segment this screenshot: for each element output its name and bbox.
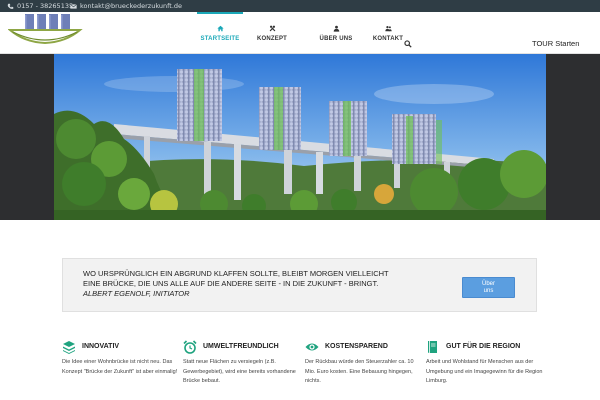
people-icon xyxy=(384,25,392,31)
feature-title: KOSTENSPAREND xyxy=(325,343,388,350)
feature-text: Die Idee einer Wohnbrücke ist nicht neu.… xyxy=(62,359,178,375)
contact-bar: 0157 - 38265135 kontakt@brueckederzukunf… xyxy=(0,0,600,12)
nav-label: ÜBER UNS xyxy=(319,35,353,42)
button-label-line-2: uns xyxy=(483,288,494,294)
user-icon xyxy=(333,25,339,32)
phone-icon xyxy=(7,3,14,9)
feature-text: Der Rückbau würde den Steuerzahler ca. 1… xyxy=(305,359,414,384)
quote-body: Wo ursprünglich ein Abgrund klaffen soll… xyxy=(83,269,389,288)
site-logo[interactable] xyxy=(8,12,83,48)
button-label-line-1: Über xyxy=(481,281,495,287)
nav-label: KONTAKT xyxy=(372,35,404,42)
feature-title: INNOVATIV xyxy=(82,343,120,350)
page: 0157 - 38265135 kontakt@brueckederzukunf… xyxy=(0,0,600,400)
nav-label: STARTSEITE xyxy=(200,35,240,42)
site-header: STARTSEITE KONZEPT ÜBER UNS KONTAKT TOUR… xyxy=(0,12,600,54)
alarm-clock-icon xyxy=(183,340,197,354)
main-nav: STARTSEITE KONZEPT ÜBER UNS KONTAKT xyxy=(197,12,411,54)
phone-contact[interactable]: 0157 - 38265135 xyxy=(7,1,73,11)
quote-box: Wo ursprünglich ein Abgrund klaffen soll… xyxy=(62,258,537,312)
feature-text: Statt neue Flächen zu versiegeln (z.B. G… xyxy=(183,359,296,384)
quote-author: Albert Egenolf, Initiator xyxy=(83,289,190,298)
email-contact[interactable]: kontakt@brueckederzukunft.de xyxy=(70,1,182,11)
nav-item-konzept[interactable]: KONZEPT xyxy=(246,12,298,54)
email-address: kontakt@brueckederzukunft.de xyxy=(80,2,183,10)
nav-label: KONZEPT xyxy=(256,35,288,42)
eye-icon xyxy=(305,343,319,351)
mail-icon xyxy=(70,3,77,9)
book-icon xyxy=(428,341,437,353)
search-icon[interactable] xyxy=(404,40,412,48)
quote-text: Wo ursprünglich ein Abgrund klaffen soll… xyxy=(83,269,403,299)
hero-image xyxy=(54,54,546,220)
about-us-button[interactable]: Über uns xyxy=(462,277,515,298)
feature-text: Arbeit und Wohlstand für Menschen aus de… xyxy=(426,359,543,384)
nav-item-startseite[interactable]: STARTSEITE xyxy=(197,12,243,54)
tour-start-link[interactable]: TOUR Starten xyxy=(532,39,579,48)
feature-title: GUT FÜR DIE REGION xyxy=(446,343,521,350)
home-icon xyxy=(216,25,224,31)
layers-icon xyxy=(63,341,75,354)
phone-number: 0157 - 38265135 xyxy=(17,2,74,10)
feature-title: UMWELTFREUNDLICH xyxy=(203,343,279,350)
nav-item-ueber-uns[interactable]: ÜBER UNS xyxy=(312,12,360,54)
tools-icon xyxy=(269,25,275,31)
